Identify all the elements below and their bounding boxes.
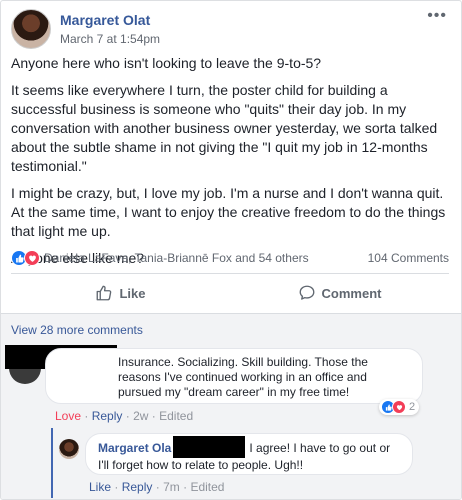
comments-section: View 28 more comments Insurance. Sociali… xyxy=(1,313,461,499)
separator: · xyxy=(125,409,130,423)
facebook-post: Margaret Olat March 7 at 1:54pm ••• Anyo… xyxy=(0,0,462,500)
comment-bubble: Insurance. Socializing. Skill building. … xyxy=(45,348,423,404)
love-icon xyxy=(24,250,40,266)
thumbs-up-icon xyxy=(97,285,112,301)
reactions-summary: Daniela LaFave, Tania-Briannē Fox and 54… xyxy=(11,247,449,269)
comment-reactions[interactable]: 2 xyxy=(379,399,420,415)
like-label: Like xyxy=(119,285,146,301)
love-icon xyxy=(392,400,406,414)
comment-button[interactable]: Comment xyxy=(230,277,449,309)
post-paragraph: It seems like everywhere I turn, the pos… xyxy=(11,82,438,174)
post-body: Anyone here who isn't looking to leave t… xyxy=(11,54,451,276)
more-options-icon[interactable]: ••• xyxy=(427,7,447,25)
comment-meta: Love · Reply · 2w · Edited xyxy=(55,409,193,423)
reply-thread-line xyxy=(51,428,53,498)
reaction-icons[interactable] xyxy=(11,250,40,266)
reaction-names[interactable]: Daniela LaFave, Tania-Briannē Fox and 54… xyxy=(44,251,368,265)
redacted-name-block xyxy=(173,436,246,458)
comment-time[interactable]: 2w xyxy=(133,409,148,423)
separator: · xyxy=(183,480,188,494)
love-link[interactable]: Love xyxy=(55,409,81,423)
reply-author[interactable]: Margaret Ola xyxy=(98,441,171,455)
separator: · xyxy=(151,409,156,423)
post-timestamp[interactable]: March 7 at 1:54pm xyxy=(60,31,160,47)
like-button[interactable]: Like xyxy=(11,277,230,309)
view-more-comments-link[interactable]: View 28 more comments xyxy=(11,323,143,337)
separator: · xyxy=(155,480,160,494)
separator: · xyxy=(114,480,119,494)
reply-link[interactable]: Reply xyxy=(122,480,153,494)
reply-link[interactable]: Reply xyxy=(92,409,123,423)
comment-reaction-count: 2 xyxy=(409,401,416,413)
reply-bubble: Margaret Ola I agree! I have to go out or… xyxy=(85,433,413,475)
post-paragraph: Anyone here who isn't looking to leave t… xyxy=(11,55,322,71)
action-bar: Like Comment xyxy=(11,277,449,309)
divider xyxy=(11,273,449,274)
separator: · xyxy=(84,409,89,423)
reply-time[interactable]: 7m xyxy=(163,480,180,494)
reply-avatar[interactable] xyxy=(59,439,79,459)
edited-label[interactable]: Edited xyxy=(190,480,224,494)
author-avatar[interactable] xyxy=(11,9,51,49)
speech-bubble-icon xyxy=(299,285,314,300)
post-paragraph: I might be crazy, but, I love my job. I'… xyxy=(11,185,446,239)
edited-label[interactable]: Edited xyxy=(159,409,193,423)
comment-count[interactable]: 104 Comments xyxy=(368,251,449,265)
post-header: Margaret Olat March 7 at 1:54pm xyxy=(11,9,160,49)
comment-text: Insurance. Socializing. Skill building. … xyxy=(118,355,368,399)
author-name[interactable]: Margaret Olat xyxy=(60,11,160,29)
reply-meta: Like · Reply · 7m · Edited xyxy=(89,480,224,494)
comment-label: Comment xyxy=(321,285,382,301)
like-link[interactable]: Like xyxy=(89,480,111,494)
